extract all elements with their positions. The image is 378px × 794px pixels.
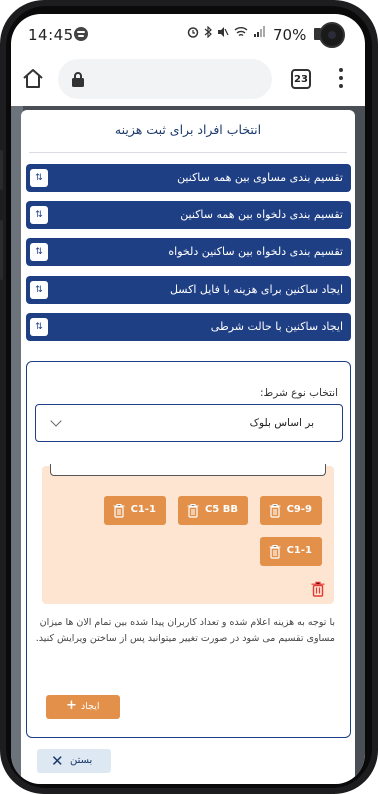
- browser-toolbar: 23: [11, 54, 365, 106]
- condition-type-label: انتخاب نوع شرط:: [260, 387, 338, 399]
- assign-residents-modal: انتخاب افراد برای ثبت هزینه تقسیم بندی م…: [21, 110, 355, 784]
- sort-toggle-icon[interactable]: ⇅: [30, 169, 48, 187]
- chevron-down-icon: [50, 415, 62, 427]
- battery-percent: 70%: [273, 26, 307, 44]
- option-custom-split-selected[interactable]: تقسیم بندی دلخواه بین ساکنین دلخواه ⇅: [26, 238, 351, 266]
- unit-chip[interactable]: C1-1: [104, 496, 166, 525]
- tab-switcher-button[interactable]: 23: [291, 69, 311, 89]
- close-button-label: بستن: [70, 755, 93, 766]
- option-label: ایجاد ساکنین برای هزینه با فایل اکسل: [169, 283, 343, 296]
- more-menu-icon[interactable]: [338, 68, 344, 90]
- option-equal-split-all[interactable]: تقسیم بندی مساوی بین همه ساکنین ⇅: [26, 164, 351, 192]
- chip-label: C9-9: [286, 504, 312, 515]
- split-note: با توجه به هزینه اعلام شده و تعداد کاربر…: [35, 617, 335, 644]
- unit-chip[interactable]: C9-9: [260, 496, 322, 525]
- option-label: تقسیم بندی مساوی بین همه ساکنین: [177, 171, 343, 184]
- phone-side-button: [0, 220, 3, 280]
- option-label: تقسیم بندی دلخواه بین همه ساکنین: [180, 208, 343, 221]
- lock-icon: [72, 72, 84, 87]
- status-bar: 14:45 70%: [11, 14, 365, 54]
- bluetooth-icon: [204, 26, 212, 38]
- wifi-icon: [234, 27, 248, 37]
- unit-search-input[interactable]: [50, 464, 326, 476]
- close-button[interactable]: ✕ بستن: [37, 749, 111, 773]
- chip-label: C5 BB: [204, 504, 238, 515]
- plus-icon: +: [66, 698, 77, 713]
- status-time: 14:45: [28, 26, 74, 44]
- create-button[interactable]: + ایجاد: [46, 695, 120, 719]
- screen: 14:45 70% 23 انتخاب افراد برای ثبت هزینه…: [11, 14, 365, 784]
- delete-all-trash-icon[interactable]: [311, 581, 325, 597]
- condition-type-value: بر اساس بلوک: [249, 417, 314, 429]
- sort-toggle-icon[interactable]: ⇅: [30, 243, 48, 261]
- option-label: تقسیم بندی دلخواه بین ساکنین دلخواه: [168, 245, 343, 258]
- alarm-icon: [187, 27, 199, 38]
- mute-icon: [218, 27, 229, 37]
- chip-label: C1-1: [130, 504, 156, 515]
- condition-type-select[interactable]: بر اساس بلوک: [35, 404, 343, 442]
- address-bar[interactable]: [58, 59, 272, 99]
- divider: [29, 152, 347, 153]
- sort-toggle-icon[interactable]: ⇅: [30, 318, 48, 336]
- create-button-label: ایجاد: [81, 701, 100, 712]
- status-icons: [187, 26, 265, 38]
- signal-icon: [254, 26, 265, 37]
- unit-chip[interactable]: C1-1: [260, 537, 322, 566]
- option-label: ایجاد ساکنین با حالت شرطی: [210, 320, 343, 333]
- option-custom-split-all[interactable]: تقسیم بندی دلخواه بین همه ساکنین ⇅: [26, 201, 351, 229]
- selected-units-area: C9-9 C5 BB C1-1 C1-1: [42, 464, 334, 604]
- trash-icon[interactable]: [269, 544, 281, 559]
- option-create-conditional[interactable]: ایجاد ساکنین با حالت شرطی ⇅: [26, 313, 351, 341]
- phone-frame: 14:45 70% 23 انتخاب افراد برای ثبت هزینه…: [0, 0, 378, 794]
- sort-toggle-icon[interactable]: ⇅: [30, 206, 48, 224]
- option-create-from-excel[interactable]: ایجاد ساکنین برای هزینه با فایل اکسل ⇅: [26, 276, 351, 304]
- trash-icon[interactable]: [187, 503, 199, 518]
- conditional-panel: انتخاب نوع شرط: بر اساس بلوک C9-9 C5 BB: [26, 361, 351, 738]
- trash-icon[interactable]: [113, 503, 125, 518]
- trash-icon[interactable]: [269, 503, 281, 518]
- front-camera: [319, 22, 345, 48]
- spotify-icon: [74, 27, 88, 41]
- phone-side-button: [0, 150, 3, 190]
- unit-chip[interactable]: C5 BB: [178, 496, 248, 525]
- chip-label: C1-1: [286, 545, 312, 556]
- sort-toggle-icon[interactable]: ⇅: [30, 281, 48, 299]
- close-icon: ✕: [51, 752, 64, 770]
- home-icon[interactable]: [21, 67, 45, 91]
- modal-title: انتخاب افراد برای ثبت هزینه: [114, 122, 262, 137]
